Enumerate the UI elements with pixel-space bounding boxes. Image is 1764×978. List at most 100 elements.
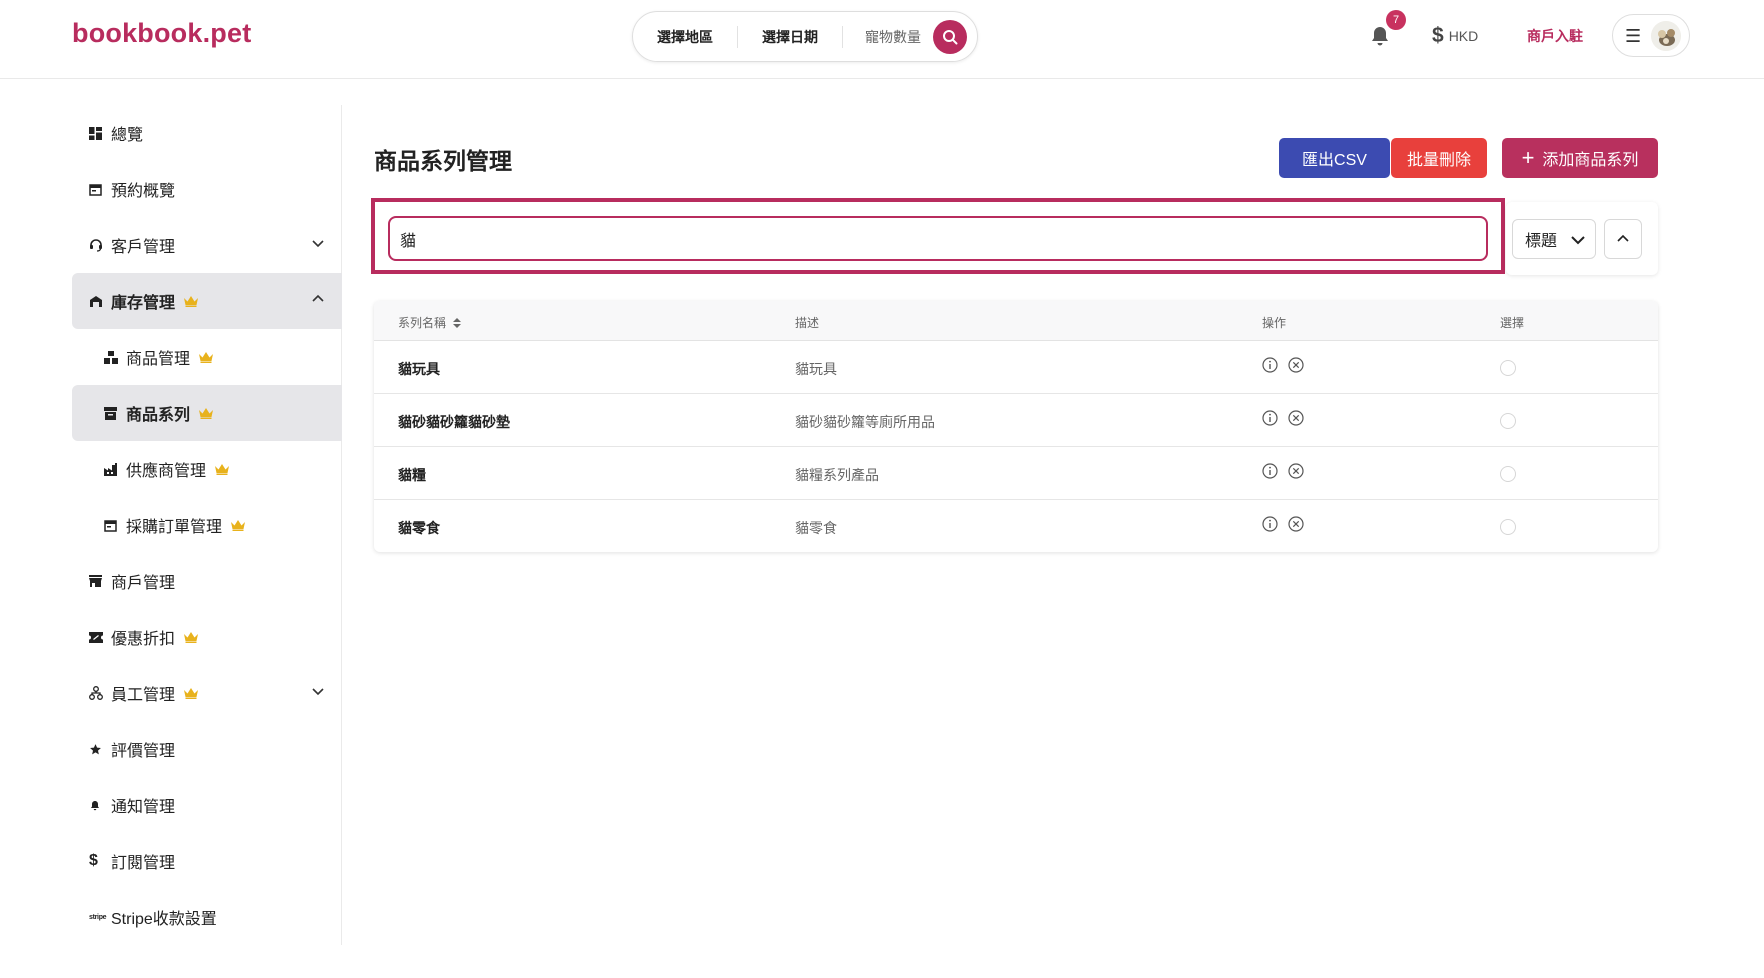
sidebar-item-staff[interactable]: 員工管理 — [72, 665, 342, 721]
archive-icon — [104, 406, 126, 420]
sidebar-item-reviews[interactable]: 評價管理 — [72, 721, 342, 777]
row-actions — [1262, 357, 1314, 373]
sidebar-item-subscriptions[interactable]: $ 訂閱管理 — [72, 833, 342, 889]
bell-icon — [89, 799, 111, 812]
hamburger-icon: ☰ — [1625, 25, 1642, 46]
sidebar-item-overview[interactable]: 總覽 — [72, 105, 342, 161]
bell-icon[interactable] — [1368, 24, 1392, 48]
search-bar[interactable]: 選擇地區 選擇日期 寵物數量 — [632, 11, 978, 62]
series-name: 貓零食 — [398, 520, 440, 536]
star-icon — [89, 743, 111, 756]
page-title: 商品系列管理 — [374, 148, 512, 174]
search-icon — [943, 29, 958, 44]
factory-icon — [104, 462, 126, 476]
currency-label: HKD — [1448, 28, 1479, 44]
row-actions — [1262, 463, 1314, 479]
crown-icon — [198, 407, 214, 419]
info-icon[interactable] — [1262, 410, 1278, 426]
merchant-signup-link[interactable]: 商戶入駐 — [1527, 26, 1583, 46]
sidebar-item-label: 供應商管理 — [126, 463, 207, 480]
sidebar-item-bookings[interactable]: 預約概覽 — [72, 161, 342, 217]
crown-icon — [214, 463, 230, 475]
sidebar-item-label: 商品管理 — [126, 351, 191, 368]
chevron-up-icon[interactable] — [310, 291, 326, 307]
series-table: 系列名稱 描述 操作 選擇 貓玩具 貓玩具 貓砂貓砂籮貓砂墊 貓砂貓砂籮等廁所用… — [374, 301, 1658, 552]
sort-field-select[interactable]: 標題 — [1512, 219, 1596, 259]
row-select-radio[interactable] — [1500, 360, 1516, 376]
row-select-radio[interactable] — [1500, 413, 1516, 429]
series-desc: 貓糧系列產品 — [795, 467, 879, 483]
sidebar-item-label: 評價管理 — [111, 743, 176, 760]
ticket-icon — [89, 631, 111, 643]
logo[interactable]: bookbook.pet — [72, 18, 251, 49]
series-desc: 貓玩具 — [795, 361, 837, 377]
chevron-up-icon — [1617, 234, 1629, 242]
sidebar-item-label: 庫存管理 — [111, 295, 176, 312]
crown-icon — [183, 631, 199, 643]
row-select-radio[interactable] — [1500, 519, 1516, 535]
chevron-down-icon[interactable] — [310, 235, 326, 251]
calendar-icon — [89, 183, 111, 196]
info-icon[interactable] — [1262, 463, 1278, 479]
user-menu-button[interactable]: ☰ — [1612, 14, 1690, 57]
sidebar-item-purchase-orders[interactable]: 採購訂單管理 — [72, 497, 342, 553]
date-selector[interactable]: 選擇日期 — [738, 25, 843, 48]
chevron-down-icon[interactable] — [310, 683, 326, 699]
delete-icon[interactable] — [1288, 516, 1304, 532]
bulk-delete-button[interactable]: 批量刪除 — [1391, 138, 1487, 178]
sidebar-item-merchants[interactable]: 商戶管理 — [72, 553, 342, 609]
warehouse-icon — [89, 295, 111, 308]
table-row: 貓糧 貓糧系列產品 — [374, 447, 1658, 500]
delete-icon[interactable] — [1288, 410, 1304, 426]
top-header: bookbook.pet 選擇地區 選擇日期 寵物數量 7 $ HKD 商戶入駐… — [0, 0, 1764, 79]
column-header-name[interactable]: 系列名稱 — [398, 314, 462, 331]
add-series-button[interactable]: + 添加商品系列 — [1502, 138, 1658, 178]
sidebar-item-customers[interactable]: 客戶管理 — [72, 217, 342, 273]
dollar-icon: $ — [1432, 24, 1444, 47]
sidebar-item-inventory[interactable]: 庫存管理 — [72, 273, 342, 329]
stripe-icon: stripe — [89, 913, 107, 921]
sidebar-item-label: 總覽 — [111, 127, 144, 144]
sidebar: 總覽 預約概覽 客戶管理 庫存管理 商品管理 商品系列 供應商管理 採購訂單管理… — [0, 105, 342, 945]
add-series-label: 添加商品系列 — [1542, 152, 1639, 169]
sidebar-item-label: 商戶管理 — [111, 575, 176, 592]
delete-icon[interactable] — [1288, 463, 1304, 479]
sidebar-item-label: 訂閱管理 — [111, 855, 176, 872]
sidebar-item-stripe[interactable]: stripe Stripe收款設置 — [72, 889, 342, 945]
delete-icon[interactable] — [1288, 357, 1304, 373]
sidebar-item-label: 優惠折扣 — [111, 631, 176, 648]
search-button[interactable] — [933, 19, 967, 54]
sidebar-item-discounts[interactable]: 優惠折扣 — [72, 609, 342, 665]
crown-icon — [198, 351, 214, 363]
notification-badge: 7 — [1386, 10, 1406, 30]
row-actions — [1262, 410, 1314, 426]
sidebar-item-label: 採購訂單管理 — [126, 519, 223, 536]
column-header-label: 系列名稱 — [398, 316, 447, 330]
boxes-icon — [104, 350, 126, 364]
series-search-input[interactable] — [388, 216, 1488, 261]
pets-selector[interactable]: 寵物數量 — [843, 27, 933, 47]
region-selector[interactable]: 選擇地區 — [633, 25, 738, 48]
sidebar-item-suppliers[interactable]: 供應商管理 — [72, 441, 342, 497]
sidebar-item-label: 預約概覽 — [111, 183, 176, 200]
sidebar-item-notifications[interactable]: 通知管理 — [72, 777, 342, 833]
series-desc: 貓砂貓砂籮等廁所用品 — [795, 414, 935, 430]
row-select-radio[interactable] — [1500, 466, 1516, 482]
calendar-icon — [104, 519, 126, 532]
export-csv-button[interactable]: 匯出CSV — [1279, 138, 1390, 178]
sort-direction-button[interactable] — [1604, 219, 1642, 259]
info-icon[interactable] — [1262, 357, 1278, 373]
sidebar-item-products[interactable]: 商品管理 — [72, 329, 342, 385]
column-header-desc: 描述 — [795, 316, 820, 330]
currency-selector[interactable]: $ HKD — [1432, 24, 1478, 48]
table-row: 貓零食 貓零食 — [374, 500, 1658, 552]
sidebar-item-product-series[interactable]: 商品系列 — [72, 385, 342, 441]
sidebar-item-label: 通知管理 — [111, 799, 176, 816]
series-name: 貓玩具 — [398, 361, 440, 377]
crown-icon — [230, 519, 246, 531]
crown-icon — [183, 295, 199, 307]
table-header: 系列名稱 描述 操作 選擇 — [374, 301, 1658, 341]
plus-icon: + — [1521, 145, 1535, 170]
sort-field-label: 標題 — [1525, 233, 1558, 250]
info-icon[interactable] — [1262, 516, 1278, 532]
